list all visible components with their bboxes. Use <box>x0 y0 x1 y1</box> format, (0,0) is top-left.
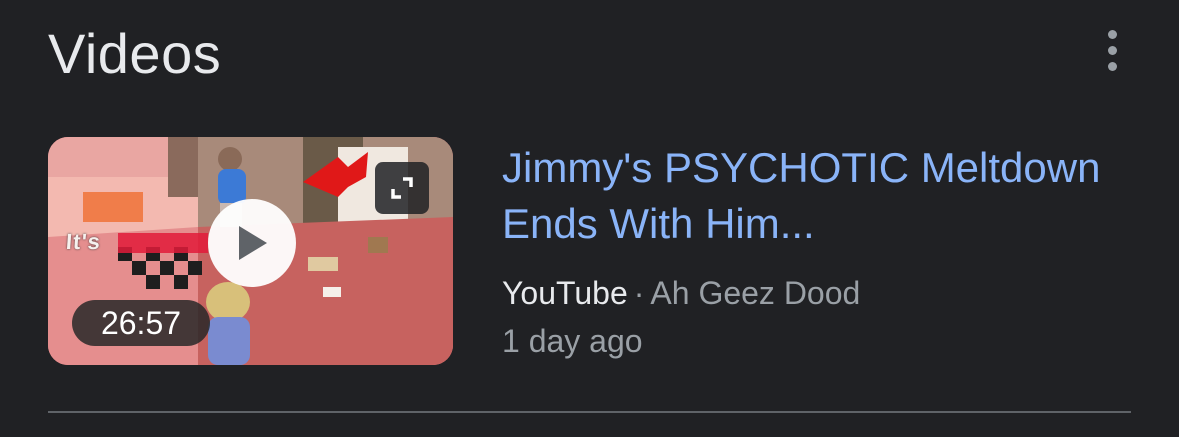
video-channel: Ah Geez Dood <box>650 275 861 311</box>
divider <box>48 411 1131 413</box>
expand-icon <box>391 177 413 199</box>
videos-card: Videos It's 26:57 Jimmy's PSYCHOTIC Melt… <box>0 0 1179 437</box>
more-vert-icon <box>1107 29 1117 71</box>
more-options-button[interactable] <box>1088 22 1136 78</box>
play-icon <box>239 226 267 260</box>
video-thumbnail[interactable]: It's 26:57 <box>48 137 453 365</box>
video-meta: YouTube · Ah Geez Dood <box>502 272 860 314</box>
meta-separator: · <box>633 275 645 311</box>
video-source: YouTube <box>502 275 628 311</box>
play-button[interactable] <box>208 199 296 287</box>
thumbnail-overlay-text: It's <box>65 229 102 254</box>
video-date: 1 day ago <box>502 323 643 359</box>
video-title-link[interactable]: Jimmy's PSYCHOTIC Meltdown Ends With Him… <box>502 140 1122 252</box>
expand-button[interactable] <box>375 162 429 214</box>
video-duration-badge: 26:57 <box>72 300 210 346</box>
section-title: Videos <box>48 22 222 85</box>
